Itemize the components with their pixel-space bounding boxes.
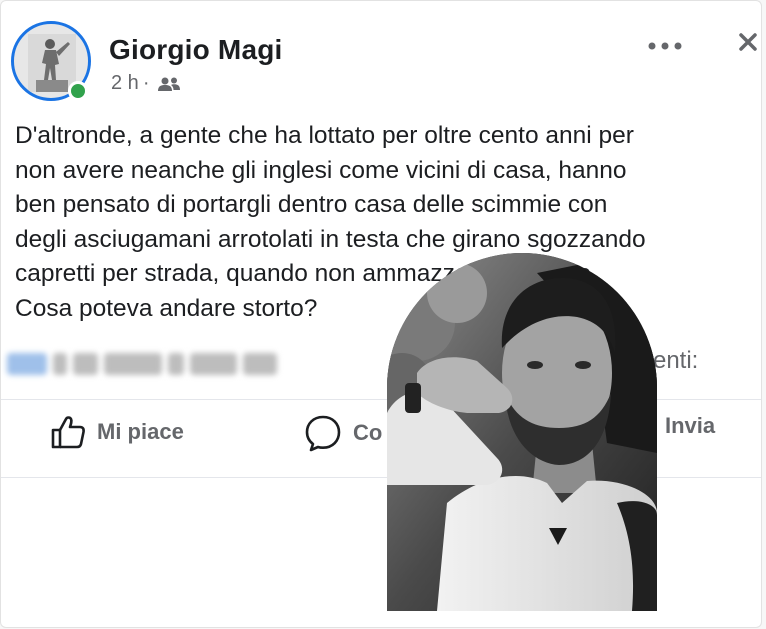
like-label: Mi piace — [97, 419, 184, 444]
friends-icon[interactable] — [157, 76, 181, 92]
online-status-dot — [68, 81, 88, 101]
meta-separator: · — [142, 72, 150, 94]
post-meta: 2 h · — [111, 72, 181, 95]
send-label: Invia — [665, 413, 716, 438]
comment-bubble-icon — [305, 415, 341, 452]
close-button[interactable] — [733, 25, 761, 65]
author-name[interactable]: Giorgio Magi — [109, 34, 283, 66]
more-options-icon — [648, 42, 682, 50]
portrait-photo — [387, 253, 657, 611]
post-text: D'altronde, a gente che ha lottato per o… — [15, 122, 646, 322]
portrait-photo-overlay — [387, 253, 657, 611]
post-timestamp[interactable]: 2 h — [111, 72, 139, 95]
statue-silhouette-icon — [28, 34, 76, 92]
comment-label: Co — [353, 420, 383, 445]
post-card: Giorgio Magi 2 h · D'altronde, a gente c… — [0, 0, 762, 628]
thumbs-up-icon — [51, 416, 85, 449]
like-button[interactable]: Mi piace — [49, 413, 184, 451]
page: Giorgio Magi 2 h · D'altronde, a gente c… — [0, 0, 766, 629]
more-options-button[interactable] — [641, 31, 689, 61]
close-icon — [739, 33, 757, 51]
comment-button[interactable]: Co — [303, 413, 382, 453]
reactions-summary-blurred[interactable] — [7, 343, 277, 385]
